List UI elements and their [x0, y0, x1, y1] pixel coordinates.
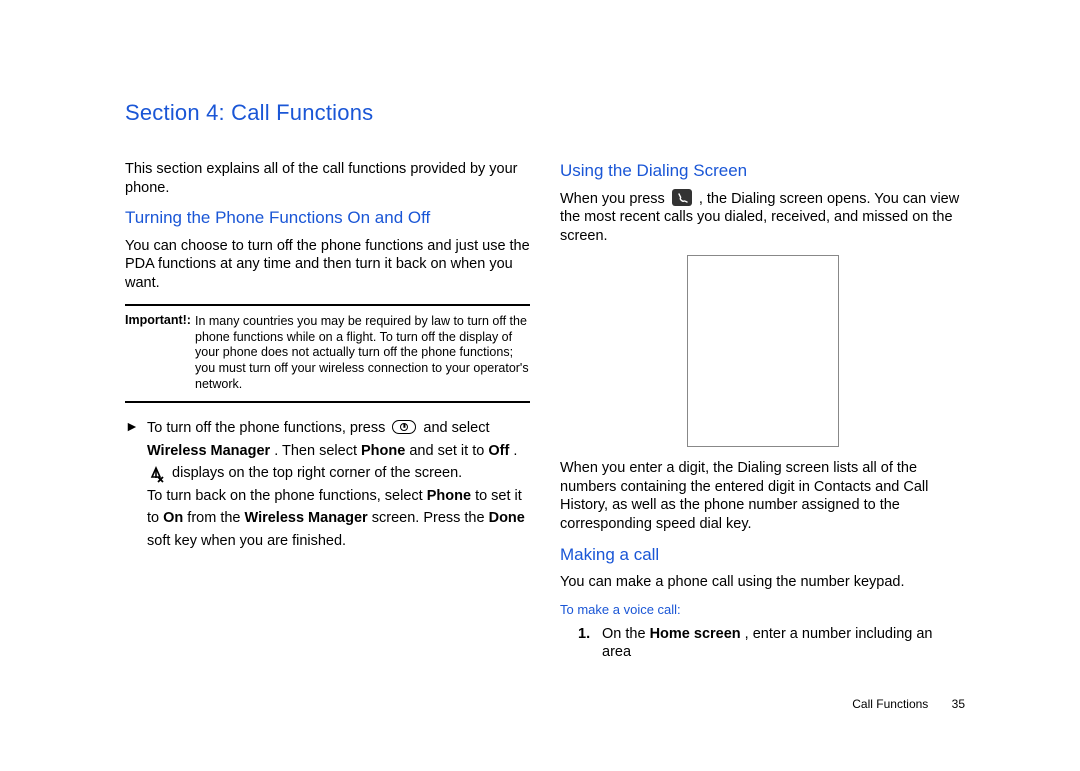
bold-text: Done [489, 510, 525, 526]
two-column-layout: This section explains all of the call fu… [125, 160, 965, 662]
left-column: This section explains all of the call fu… [125, 160, 530, 662]
text: and select [423, 420, 489, 436]
right-column: Using the Dialing Screen When you press … [560, 160, 965, 662]
text: To turn off the phone functions, press [147, 420, 389, 436]
text: On the [602, 626, 650, 642]
heading-voice-call: To make a voice call: [560, 602, 965, 619]
power-button-icon [392, 420, 416, 434]
heading-turning-on-off: Turning the Phone Functions On and Off [125, 207, 530, 229]
bold-text: Phone [361, 443, 405, 459]
step-number: 1. [578, 625, 602, 662]
heading-dialing-screen: Using the Dialing Screen [560, 160, 965, 182]
bold-text: Off [488, 443, 509, 459]
screenshot-placeholder [687, 255, 839, 447]
bullet-body: To turn off the phone functions, press a… [147, 417, 530, 552]
important-body: In many countries you may be required by… [195, 314, 530, 392]
no-signal-icon [147, 466, 165, 483]
bold-text: Wireless Manager [245, 510, 368, 526]
heading-making-call: Making a call [560, 544, 965, 566]
bold-text: On [163, 510, 183, 526]
bold-text: Home screen [650, 626, 741, 642]
section-title: Section 4: Call Functions [125, 100, 965, 126]
important-label: Important!: [125, 313, 191, 327]
text: When you press [560, 191, 669, 207]
manual-page: Section 4: Call Functions This section e… [0, 0, 1080, 771]
text: displays on the top right corner of the … [172, 465, 462, 481]
text: To turn back on the phone functions, sel… [147, 488, 427, 504]
page-footer: Call Functions 35 [852, 697, 965, 711]
paragraph-dialing-open: When you press , the Dialing screen open… [560, 190, 965, 246]
bullet-item: ► To turn off the phone functions, press… [125, 417, 530, 552]
step-body: On the Home screen , enter a number incl… [602, 625, 965, 662]
text: . [513, 443, 517, 459]
bold-text: Phone [427, 488, 471, 504]
text: . Then select [274, 443, 361, 459]
important-note: Important!: In many countries you may be… [125, 304, 530, 403]
text: from the [187, 510, 244, 526]
intro-paragraph: This section explains all of the call fu… [125, 160, 530, 197]
footer-page-number: 35 [952, 697, 965, 711]
text: soft key when you are finished. [147, 533, 346, 549]
paragraph-dialing-digits: When you enter a digit, the Dialing scre… [560, 459, 965, 533]
call-key-icon [672, 189, 692, 206]
paragraph-turning: You can choose to turn off the phone fun… [125, 237, 530, 293]
paragraph-making-call: You can make a phone call using the numb… [560, 573, 965, 592]
bold-text: Wireless Manager [147, 443, 270, 459]
footer-section-label: Call Functions [852, 697, 928, 711]
text: screen. Press the [372, 510, 489, 526]
text: and set it to [409, 443, 488, 459]
numbered-step: 1. On the Home screen , enter a number i… [578, 625, 965, 662]
triangle-bullet-icon: ► [125, 417, 147, 552]
